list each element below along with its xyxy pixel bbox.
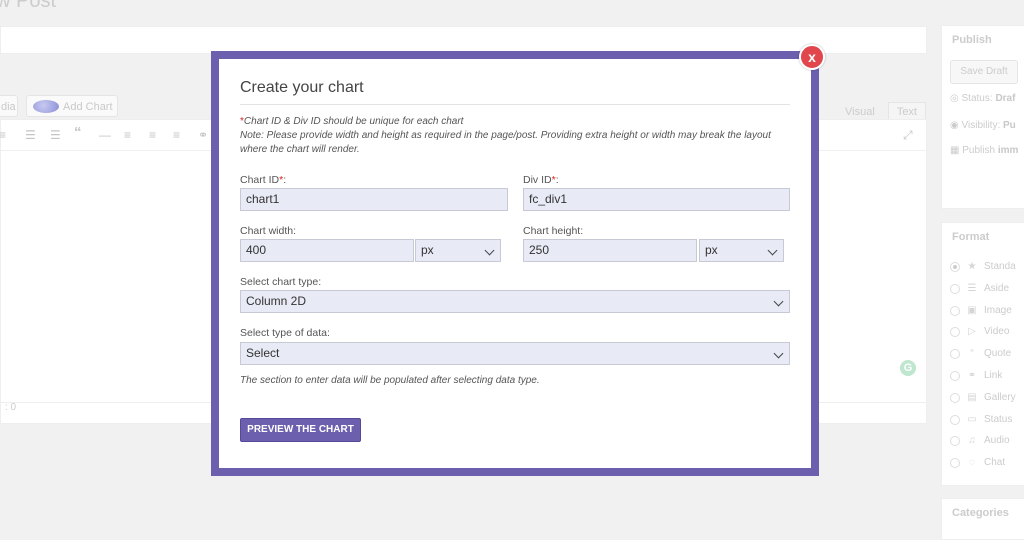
div-id-label-text: Div ID bbox=[523, 174, 552, 186]
data-type-value: Select bbox=[246, 346, 280, 360]
chevron-down-icon bbox=[773, 296, 784, 307]
required-mark: * bbox=[279, 174, 284, 186]
div-id-input[interactable]: fc_div1 bbox=[523, 188, 790, 211]
chevron-down-icon bbox=[484, 245, 495, 256]
size-note-line1: Note: Please provide width and height as… bbox=[240, 130, 771, 141]
chart-height-input[interactable]: 250 bbox=[523, 239, 697, 262]
size-note-line2: where the chart will render. bbox=[240, 144, 360, 155]
width-unit-select[interactable]: px bbox=[415, 239, 501, 262]
create-chart-modal: Create your chart *Chart ID & Div ID sho… bbox=[211, 51, 819, 476]
preview-chart-button[interactable]: PREVIEW THE CHART bbox=[240, 418, 361, 442]
chart-type-value: Column 2D bbox=[246, 294, 307, 308]
chart-id-input[interactable]: chart1 bbox=[240, 188, 508, 211]
unique-id-note: *Chart ID & Div ID should be unique for … bbox=[240, 116, 463, 127]
chart-height-label: Chart height: bbox=[523, 225, 584, 237]
chart-width-input[interactable]: 400 bbox=[240, 239, 414, 262]
chart-id-label: Chart ID*: bbox=[240, 174, 287, 186]
chevron-down-icon bbox=[767, 245, 778, 256]
data-type-select[interactable]: Select bbox=[240, 342, 790, 365]
height-unit-select[interactable]: px bbox=[699, 239, 784, 262]
required-mark: * bbox=[551, 174, 556, 186]
data-section-help: The section to enter data will be popula… bbox=[240, 375, 540, 386]
close-icon[interactable]: x bbox=[799, 44, 825, 70]
div-id-label: Div ID*: bbox=[523, 174, 559, 186]
width-unit-value: px bbox=[421, 243, 434, 257]
chart-width-label: Chart width: bbox=[240, 225, 297, 237]
chart-type-label: Select chart type: bbox=[240, 276, 322, 288]
modal-title: Create your chart bbox=[240, 79, 364, 96]
unique-id-note-text: Chart ID & Div ID should be unique for e… bbox=[243, 116, 464, 127]
data-type-label: Select type of data: bbox=[240, 327, 330, 339]
chart-id-label-text: Chart ID bbox=[240, 174, 280, 186]
chevron-down-icon bbox=[773, 348, 784, 359]
title-divider bbox=[240, 104, 790, 105]
modal-body: Create your chart *Chart ID & Div ID sho… bbox=[219, 59, 811, 468]
height-unit-value: px bbox=[705, 243, 718, 257]
chart-type-select[interactable]: Column 2D bbox=[240, 290, 790, 313]
